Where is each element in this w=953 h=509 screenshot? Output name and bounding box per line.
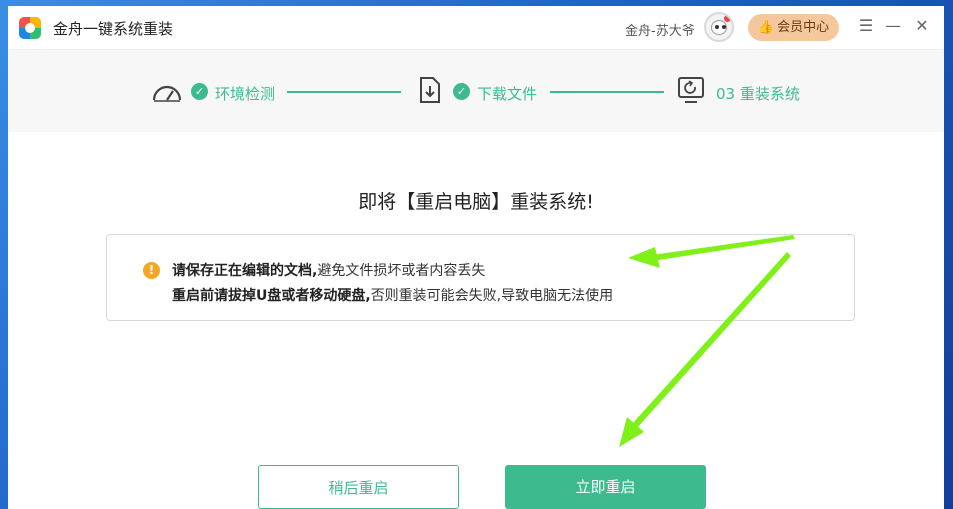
notice-line-2: 重启前请拔掉U盘或者移动硬盘,否则重装可能会失败,导致电脑无法使用	[172, 285, 613, 305]
avatar[interactable]	[704, 12, 734, 42]
close-icon[interactable]: ✕	[911, 14, 933, 38]
notice-line-1: 请保存正在编辑的文档,避免文件损坏或者内容丢失	[172, 260, 485, 280]
app-logo-icon	[19, 17, 41, 39]
step-connector	[550, 91, 664, 93]
user-name: 金舟-苏大爷	[625, 24, 695, 39]
step-done-check-icon: ✓	[453, 83, 470, 100]
step-label-env-check: 环境检测	[215, 85, 276, 103]
minimize-icon[interactable]: —	[882, 14, 904, 38]
page-title: 即将【重启电脑】重装系统!	[358, 191, 594, 213]
notice-line-1-bold: 请保存正在编辑的文档,	[172, 263, 318, 279]
monitor-restart-icon	[678, 77, 704, 103]
warning-icon: !	[143, 262, 160, 279]
notice-line-2-bold: 重启前请拔掉U盘或者移动硬盘,	[172, 288, 371, 304]
download-file-icon	[420, 77, 440, 103]
vip-center-label: 会员中心	[777, 20, 830, 35]
app-title: 金舟一键系统重装	[53, 20, 174, 38]
progress-steps: ✓ 环境检测 ✓ 下载文件 03 重装系统	[8, 50, 944, 132]
vip-center-button[interactable]: 👍 会员中心	[748, 14, 839, 41]
restart-now-button[interactable]: 立即重启	[505, 465, 706, 509]
step-label-reinstall: 03 重装系统	[716, 85, 800, 103]
app-window: 金舟一键系统重装 金舟-苏大爷 👍 会员中心 ☰ — ✕ ✓ 环境检测 ✓ 下载…	[8, 6, 944, 509]
notice-line-1-text: 避免文件损坏或者内容丢失	[317, 263, 486, 279]
step-done-check-icon: ✓	[191, 83, 208, 100]
restart-later-button[interactable]: 稍后重启	[258, 465, 459, 509]
thumbs-up-icon: 👍	[757, 20, 775, 35]
menu-icon[interactable]: ☰	[855, 14, 877, 38]
warning-notice: ! 请保存正在编辑的文档,避免文件损坏或者内容丢失 重启前请拔掉U盘或者移动硬盘…	[106, 234, 855, 321]
speedometer-icon	[152, 85, 182, 102]
step-connector	[287, 91, 401, 93]
step-label-download: 下载文件	[477, 85, 538, 103]
notice-line-2-text: 否则重装可能会失败,导致电脑无法使用	[370, 288, 614, 304]
title-bar: 金舟一键系统重装 金舟-苏大爷 👍 会员中心 ☰ — ✕	[8, 6, 944, 50]
